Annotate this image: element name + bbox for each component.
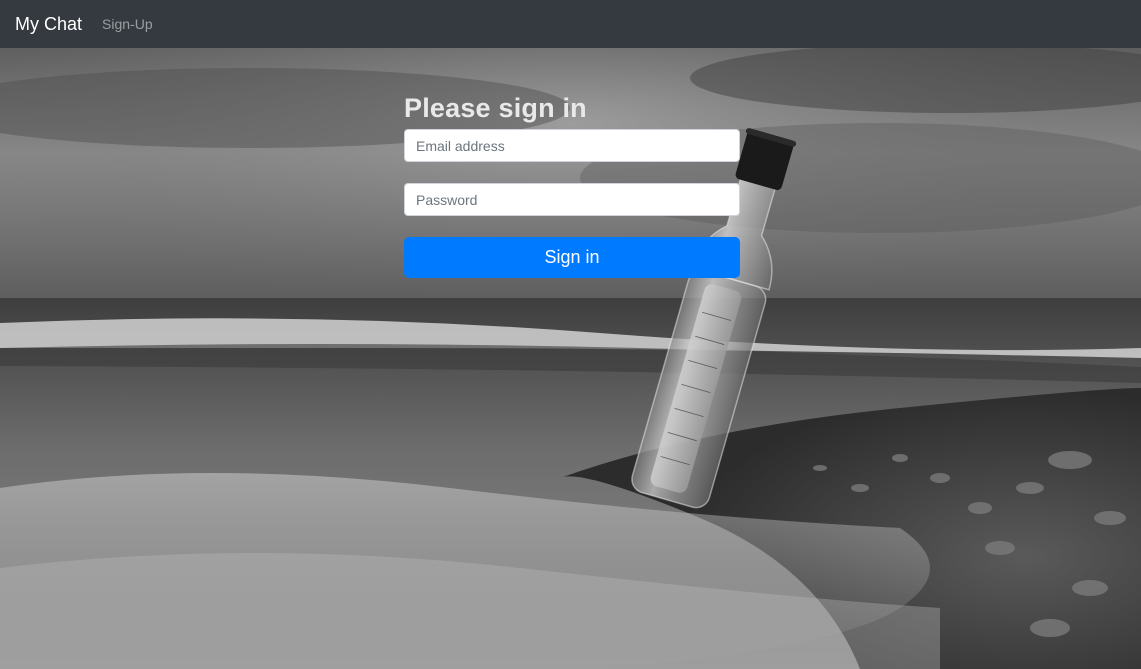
top-navbar: My Chat Sign-Up: [0, 0, 1141, 48]
signin-heading: Please sign in: [404, 93, 587, 123]
page: My Chat Sign-Up Please sign in Email add…: [0, 0, 1141, 669]
nav-link-sign-up[interactable]: Sign-Up: [102, 16, 153, 32]
signin-button[interactable]: Sign in: [404, 237, 740, 278]
password-input[interactable]: [404, 183, 740, 216]
email-input[interactable]: [404, 129, 740, 162]
signin-form: Please sign in Sign in: [404, 92, 740, 278]
brand-link[interactable]: My Chat: [15, 14, 82, 35]
